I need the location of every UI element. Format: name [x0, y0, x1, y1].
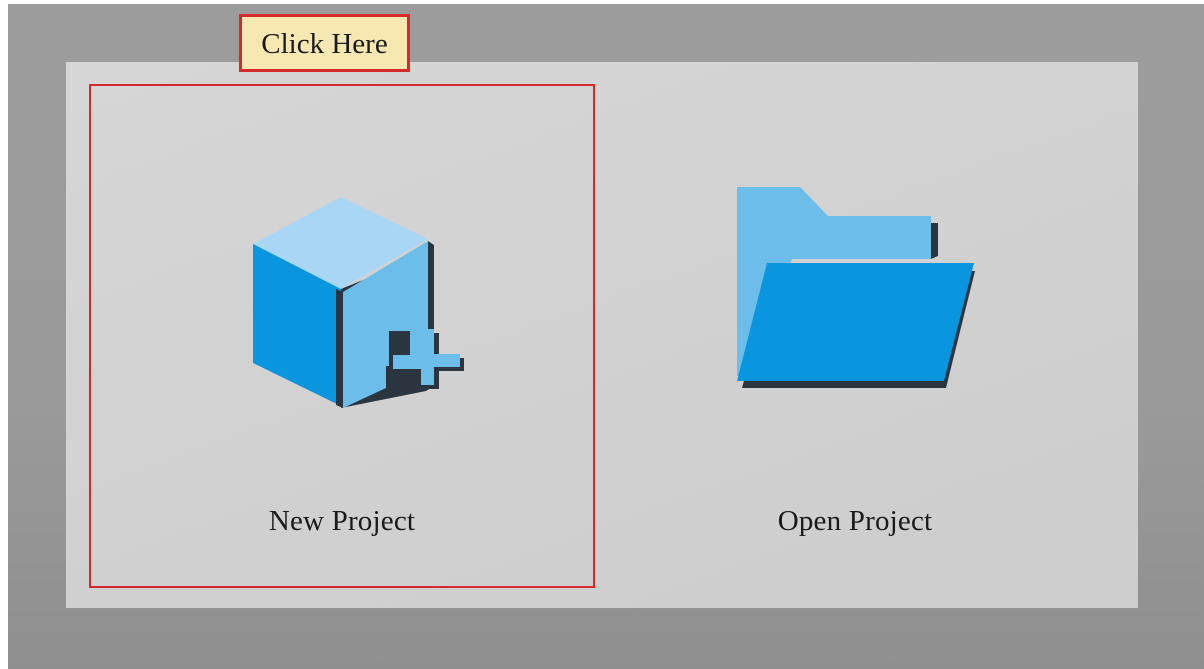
- click-here-callout: Click Here: [239, 14, 410, 72]
- new-project-button[interactable]: New Project: [89, 84, 595, 588]
- open-project-button[interactable]: Open Project: [602, 84, 1108, 588]
- new-project-label: New Project: [268, 505, 416, 537]
- open-project-label: Open Project: [777, 505, 933, 537]
